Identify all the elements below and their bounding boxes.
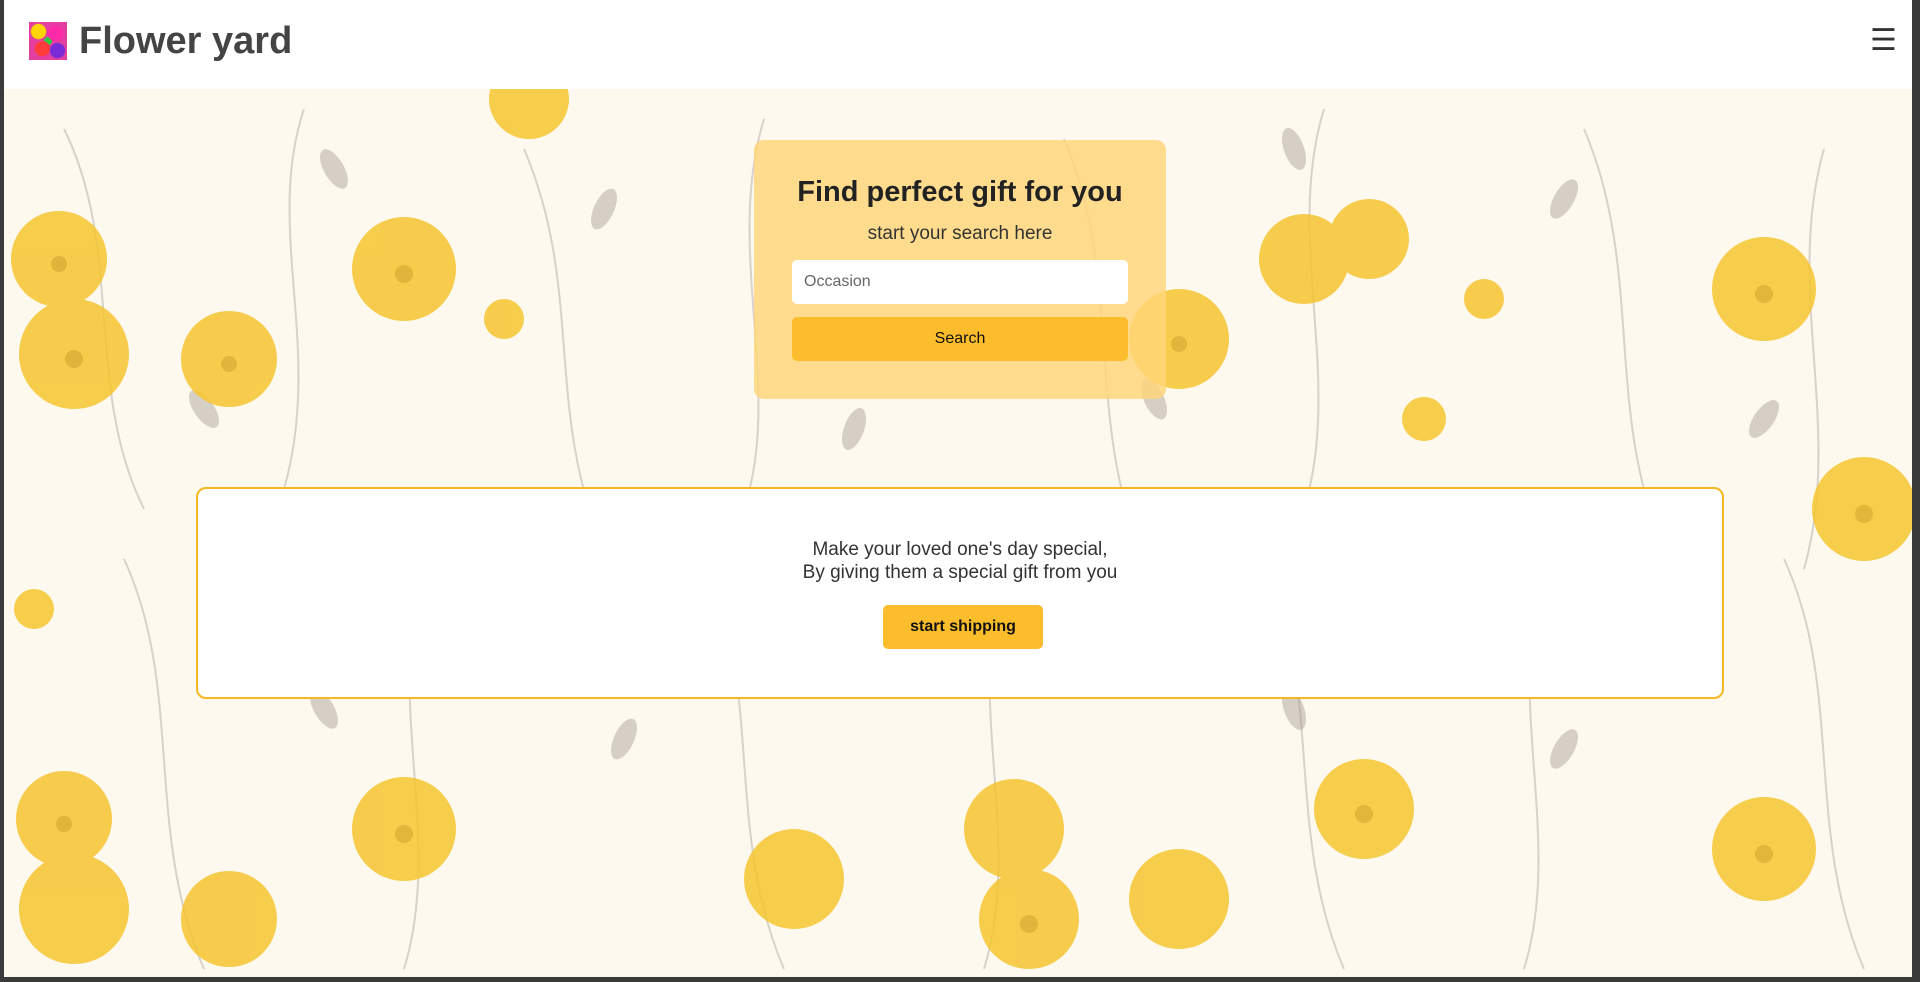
window-frame-right: [1912, 0, 1920, 982]
brand-title: Flower yard: [79, 20, 293, 62]
promo-text-line1: Make your loved one's day special,: [812, 539, 1108, 560]
top-navbar: Flower yard ☰: [4, 0, 1912, 89]
search-card: Find perfect gift for you start your sea…: [754, 140, 1166, 399]
start-shipping-button[interactable]: start shipping: [883, 605, 1043, 649]
flower-logo-icon: [29, 22, 67, 60]
window-frame-bottom: [0, 977, 1920, 982]
search-subtitle: start your search here: [867, 223, 1053, 244]
occasion-input[interactable]: [792, 260, 1128, 304]
promo-text-line2: By giving them a special gift from you: [802, 562, 1118, 583]
brand[interactable]: Flower yard: [29, 22, 292, 60]
hamburger-menu-icon[interactable]: ☰: [1870, 26, 1897, 56]
promo-card: Make your loved one's day special, By gi…: [196, 487, 1724, 699]
search-button[interactable]: Search: [792, 317, 1128, 361]
page-viewport: Flower yard ☰ Find perfect gift for you …: [4, 0, 1912, 977]
search-title: Find perfect gift for you: [797, 176, 1123, 208]
